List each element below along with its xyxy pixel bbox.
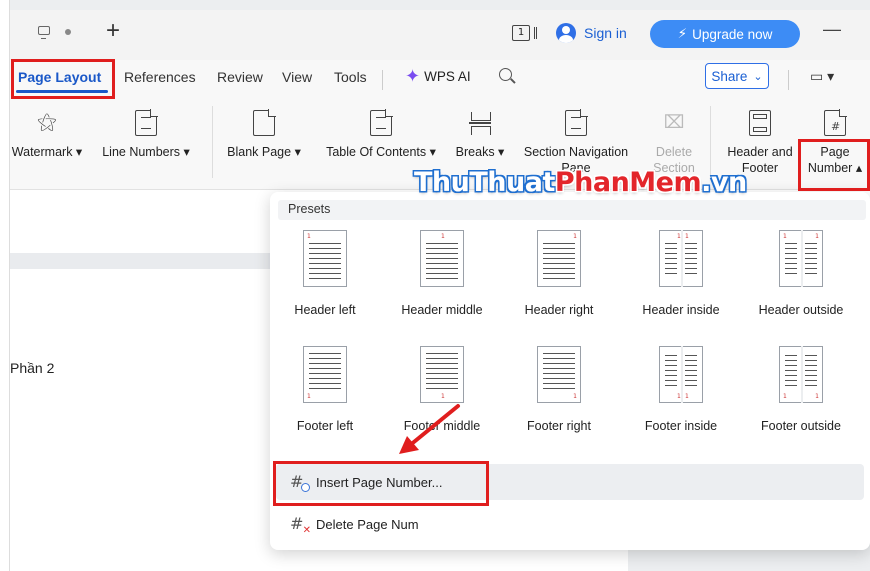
page-preview-icon: 11	[779, 230, 823, 287]
blank-page-icon	[253, 109, 276, 136]
tab-review[interactable]: Review	[217, 69, 263, 85]
watermark-icon: ⚝	[37, 111, 57, 133]
preset-header-right[interactable]: 1 Header right	[504, 230, 614, 317]
preset-label: Header right	[524, 303, 594, 317]
title-bar: + 1 Sign in ⚡ Upgrade now —	[10, 10, 870, 60]
page-count-bar-icon	[534, 27, 537, 39]
share-label: Share	[711, 68, 748, 84]
window-left-edge	[0, 0, 10, 571]
upgrade-label: Upgrade now	[692, 26, 773, 42]
line-numbers-label: Line Numbers ▾	[102, 145, 190, 159]
preset-label: Footer outside	[761, 419, 841, 433]
blank-page-label: Blank Page ▾	[227, 145, 301, 159]
section-nav-label-1: Section Navigation	[523, 145, 629, 159]
preset-label: Header left	[294, 303, 356, 317]
annotation-box-page-number	[798, 139, 870, 191]
preset-footer-inside[interactable]: 11 Footer inside	[626, 346, 736, 433]
page-preview-icon: 1	[303, 230, 347, 287]
document-text: Phần 2	[10, 360, 55, 376]
breaks-label: Breaks ▾	[455, 145, 505, 159]
breaks-button[interactable]: Breaks ▾	[450, 110, 510, 160]
share-button[interactable]: Share ⌄	[705, 63, 769, 89]
presets-header: Presets	[278, 200, 866, 220]
device-icon[interactable]	[38, 26, 50, 39]
page-preview-icon: 1	[537, 230, 581, 287]
delete-section-label-1: Delete	[655, 145, 693, 159]
page-preview-icon: 11	[779, 346, 823, 403]
sign-in-button[interactable]: Sign in	[556, 23, 627, 43]
ribbon-tabs: Page Layout References Review View Tools…	[10, 60, 870, 98]
page-preview-icon: 1	[537, 346, 581, 403]
minimize-button[interactable]: —	[823, 19, 841, 40]
table-of-contents-button[interactable]: Table Of Contents ▾	[316, 109, 446, 160]
wps-ai-label: WPS AI	[424, 68, 471, 84]
preset-footer-right[interactable]: 1 Footer right	[504, 346, 614, 433]
annotation-box-insert-page-number	[273, 461, 489, 506]
tab-separator	[382, 70, 383, 90]
tab-wps-ai[interactable]: ✦ WPS AI	[405, 67, 471, 85]
wps-ai-sparkle-icon: ✦	[405, 66, 421, 86]
delete-page-num-item[interactable]: # ✕ Delete Page Num	[276, 506, 864, 542]
watermark-label: Watermark ▾	[11, 145, 83, 159]
new-tab-plus-icon[interactable]: +	[106, 17, 120, 45]
page-preview-icon: 1	[303, 346, 347, 403]
section-navigation-icon	[565, 109, 588, 136]
page-preview-icon: 11	[659, 230, 703, 287]
tab-separator	[788, 70, 789, 90]
preset-footer-outside[interactable]: 11 Footer outside	[746, 346, 856, 433]
page-count-icon[interactable]: 1	[512, 25, 530, 41]
page-preview-icon: 1	[420, 230, 464, 287]
header-footer-label-2: Footer	[741, 161, 779, 175]
preset-label: Header inside	[642, 303, 720, 317]
ribbon-separator	[212, 106, 213, 178]
site-watermark: ThuThuatPhanMem.vn	[414, 167, 747, 198]
unsaved-dot-icon	[65, 29, 71, 35]
preset-label: Footer left	[296, 419, 354, 433]
preset-label: Header outside	[758, 303, 844, 317]
preset-footer-left[interactable]: 1 Footer left	[270, 346, 380, 433]
preset-header-left[interactable]: 1 Header left	[270, 230, 380, 317]
blank-page-button[interactable]: Blank Page ▾	[222, 109, 306, 160]
preset-header-inside[interactable]: 11 Header inside	[626, 230, 736, 317]
upgrade-now-button[interactable]: ⚡ Upgrade now	[650, 20, 800, 48]
line-numbers-icon	[135, 109, 158, 136]
watermark-button[interactable]: ⚝ Watermark ▾	[6, 110, 88, 160]
preset-label: Footer inside	[644, 419, 718, 433]
table-of-contents-label: Table Of Contents ▾	[326, 145, 436, 159]
line-numbers-button[interactable]: Line Numbers ▾	[96, 109, 196, 160]
preset-header-middle[interactable]: 1 Header middle	[387, 230, 497, 317]
chevron-down-icon: ⌄	[753, 70, 763, 83]
tab-view[interactable]: View	[282, 69, 312, 85]
search-icon[interactable]	[499, 68, 512, 81]
tab-tools[interactable]: Tools	[334, 69, 367, 85]
delete-page-number-icon: # ✕	[290, 514, 311, 536]
page-preview-icon: 11	[659, 346, 703, 403]
avatar-icon	[556, 23, 576, 43]
table-of-contents-icon	[370, 109, 393, 136]
page-number-icon	[824, 109, 847, 136]
page-preview-icon: 1	[420, 346, 464, 403]
annotation-box-page-layout	[11, 59, 115, 99]
sign-in-label: Sign in	[584, 25, 627, 41]
header-footer-label-1: Header and	[727, 145, 793, 159]
watermark-text-3: .vn	[701, 167, 747, 198]
annotation-arrow-icon	[399, 404, 460, 454]
breaks-icon	[469, 110, 491, 136]
preset-label: Header middle	[401, 303, 483, 317]
watermark-text-1: ThuThuat	[414, 167, 555, 198]
delete-section-icon: ⌧	[663, 112, 685, 132]
watermark-text-2: PhanMem	[554, 167, 702, 198]
preset-label: Footer right	[527, 419, 591, 433]
delete-page-num-label: Delete Page Num	[316, 516, 419, 532]
tab-references[interactable]: References	[124, 69, 196, 85]
header-footer-icon	[749, 110, 771, 136]
lightning-icon: ⚡	[677, 26, 688, 41]
preset-header-outside[interactable]: 11 Header outside	[746, 230, 856, 317]
comment-menu-button[interactable]: ▭ ▾	[810, 68, 834, 85]
